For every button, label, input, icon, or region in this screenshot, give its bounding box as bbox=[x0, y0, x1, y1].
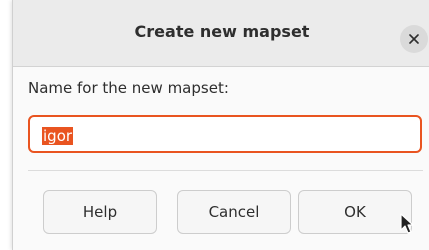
mapset-name-input[interactable]: igor bbox=[28, 115, 422, 153]
help-button[interactable]: Help bbox=[43, 190, 157, 234]
mapset-name-label: Name for the new mapset: bbox=[28, 79, 229, 97]
dialog-titlebar[interactable]: Create new mapset bbox=[13, 0, 429, 67]
close-button[interactable] bbox=[400, 25, 428, 53]
mapset-name-selected-text: igor bbox=[42, 127, 74, 145]
dialog-title: Create new mapset bbox=[13, 0, 429, 64]
cancel-button[interactable]: Cancel bbox=[177, 190, 291, 234]
close-icon bbox=[409, 34, 419, 44]
ok-button[interactable]: OK bbox=[298, 190, 412, 234]
arrow-cursor-icon bbox=[400, 213, 414, 234]
dialog-title-text: Create new mapset bbox=[134, 22, 310, 41]
separator bbox=[28, 170, 423, 171]
create-mapset-dialog: Create new mapset Name for the new mapse… bbox=[12, 0, 429, 250]
